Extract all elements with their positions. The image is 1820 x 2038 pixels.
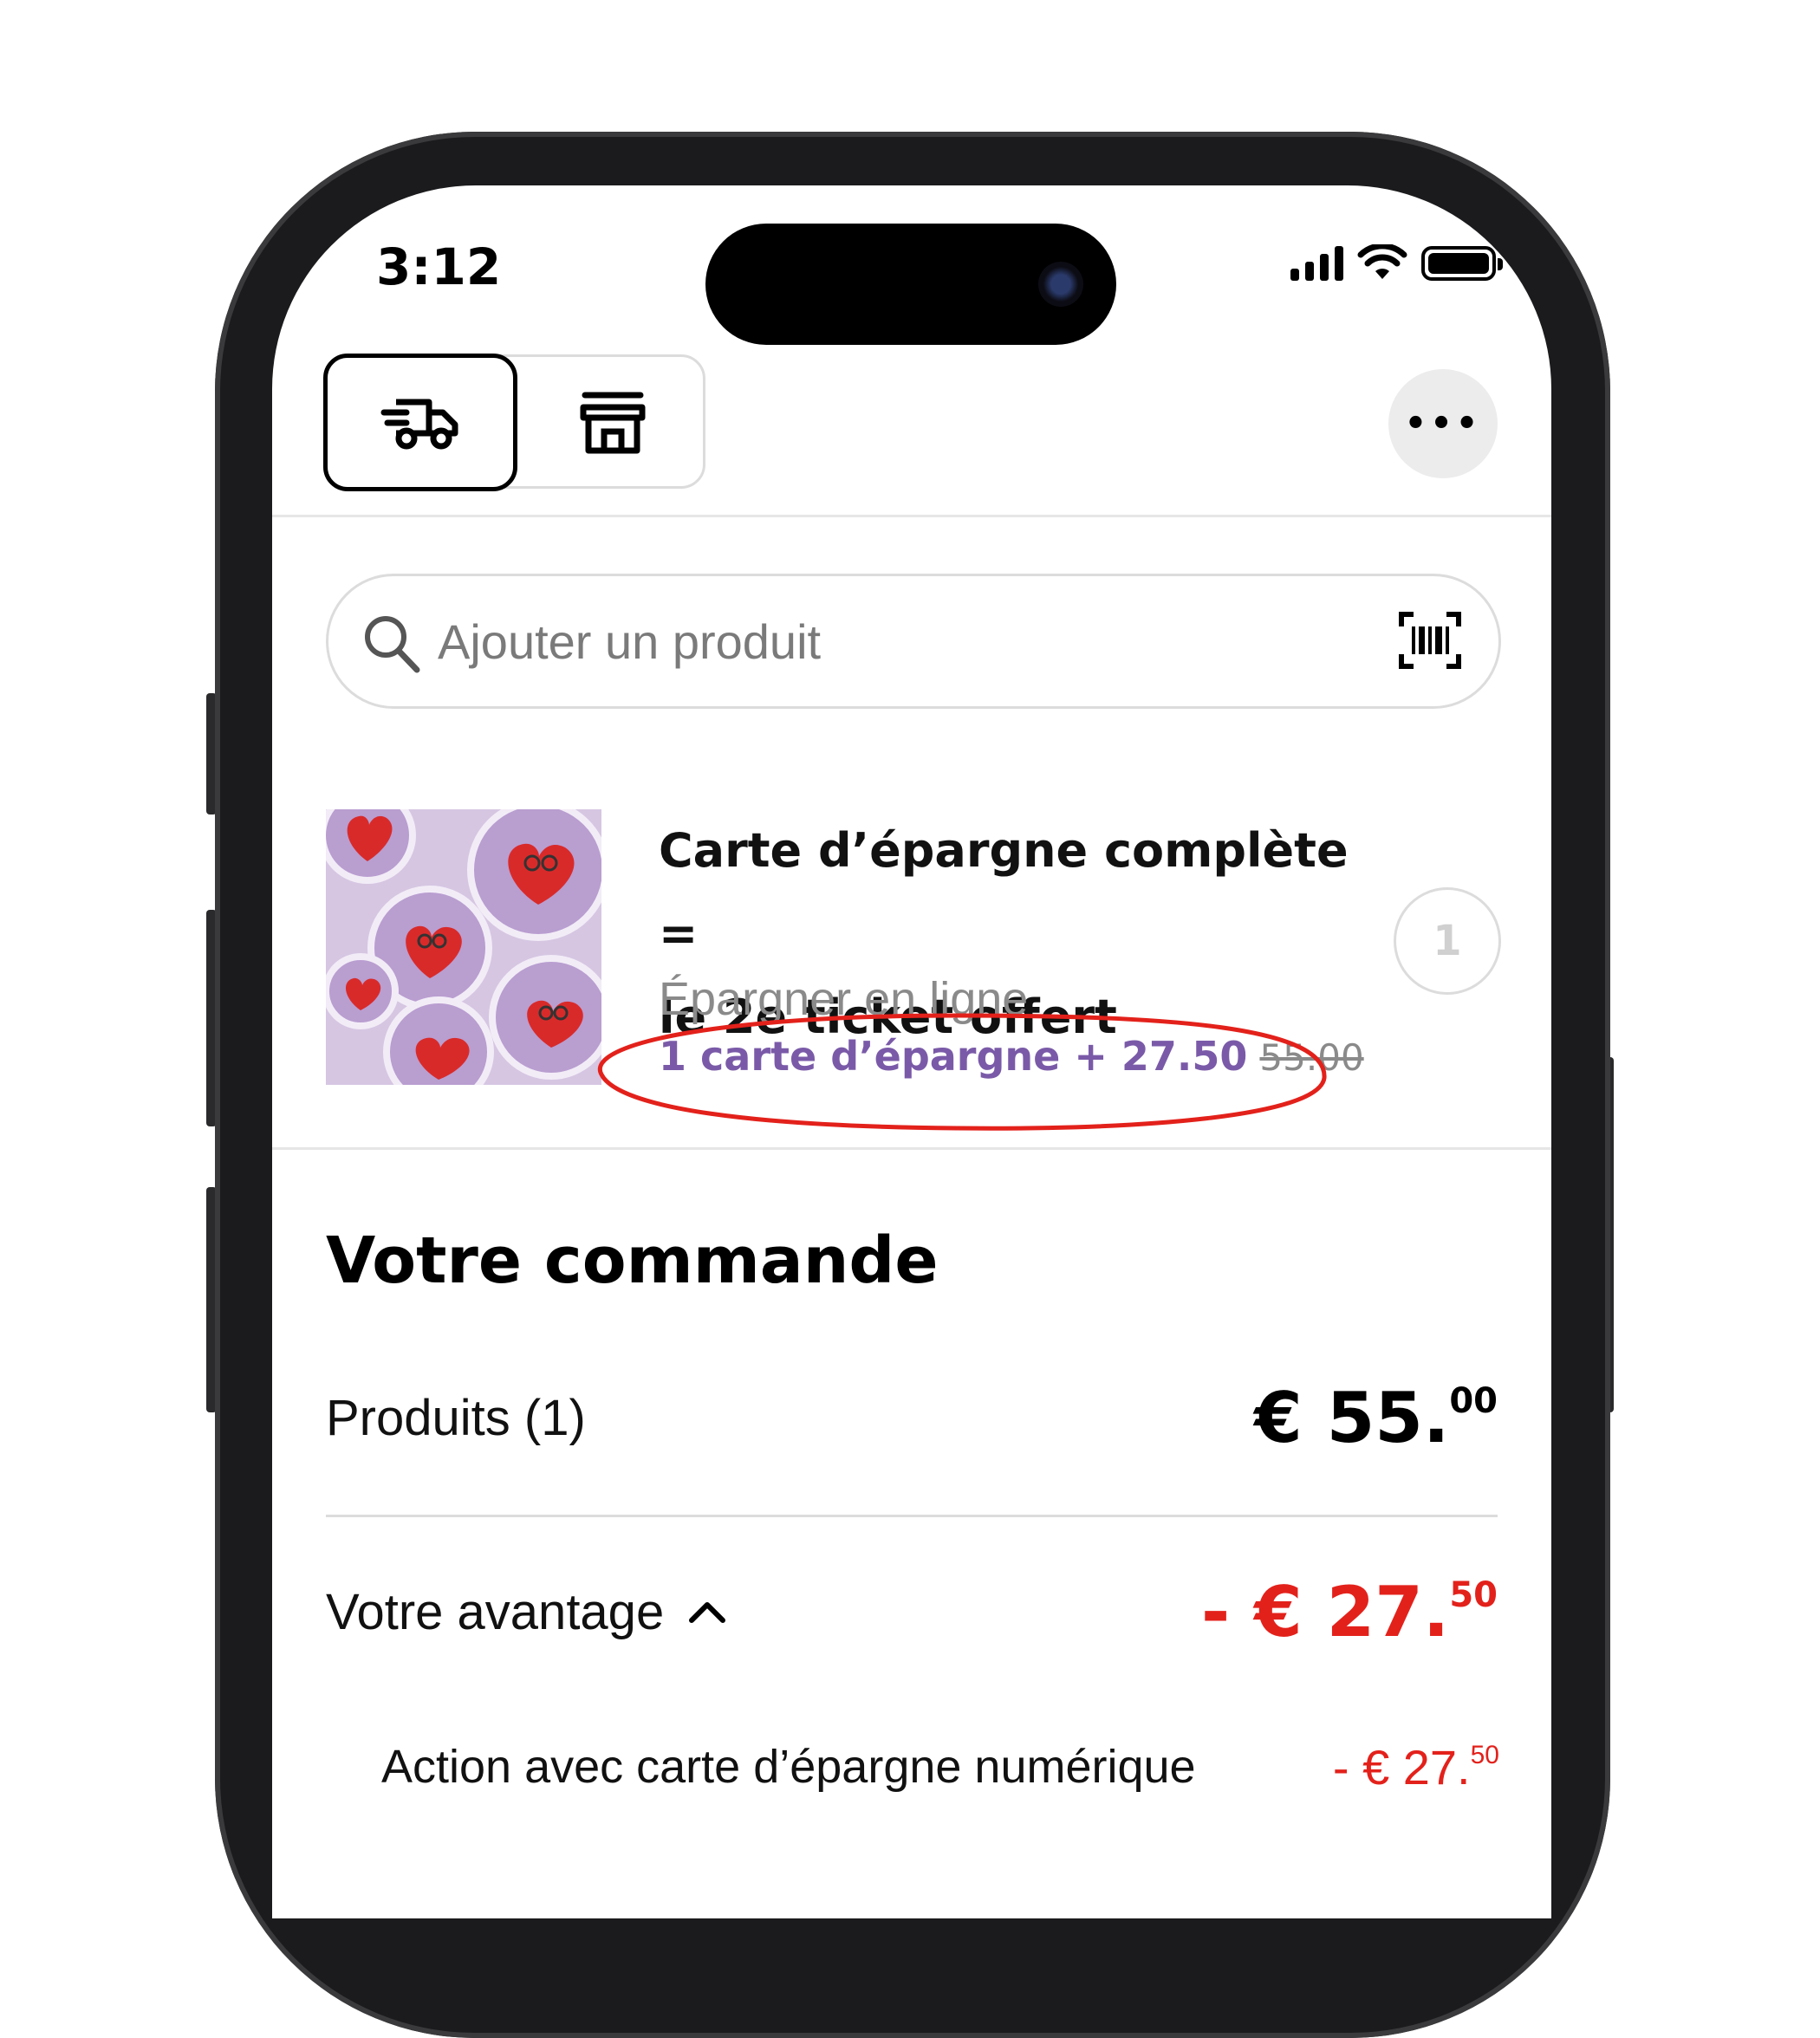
amount-main: - € 27. — [1201, 1571, 1450, 1652]
wifi-icon — [1357, 244, 1407, 279]
quantity-badge[interactable]: 1 — [1394, 887, 1501, 995]
products-total-row: Produits (1) € 55. 00 — [326, 1374, 1498, 1461]
fulfillment-mode-toggle — [323, 354, 708, 491]
camera-icon — [1038, 262, 1083, 307]
cellular-signal-icon — [1290, 246, 1343, 281]
amount-main: € 55. — [1254, 1377, 1450, 1458]
more-options-button[interactable]: ••• — [1388, 369, 1498, 478]
digital-savings-card-row: Action avec carte d’épargne numérique - … — [381, 1728, 1499, 1806]
advantage-toggle[interactable]: Votre avantage — [326, 1583, 728, 1641]
action-amount: - € 27. 50 — [1333, 1739, 1499, 1795]
chevron-up-icon — [689, 1602, 726, 1623]
cart-product-item[interactable]: Carte d’épargne complète = le 2e ticket … — [326, 809, 1539, 1104]
store-icon — [580, 392, 646, 453]
battery-icon — [1421, 246, 1503, 281]
promo-price-text: 1 carte d’épargne + 27.50 — [659, 1033, 1248, 1080]
status-time: 3:12 — [376, 237, 502, 296]
barcode-scan-icon[interactable] — [1398, 611, 1462, 670]
product-promo-price: 1 carte d’épargne + 27.50 55.00 — [659, 1033, 1364, 1080]
delivery-truck-icon — [380, 399, 458, 449]
product-image — [326, 809, 601, 1085]
action-label: Action avec carte d’épargne numérique — [381, 1741, 1196, 1793]
amount-cents: 00 — [1449, 1380, 1498, 1421]
advantage-amount: - € 27. 50 — [1201, 1572, 1498, 1652]
advantage-row[interactable]: Votre avantage - € 27. 50 — [326, 1568, 1498, 1655]
products-count-label: Produits (1) — [326, 1389, 586, 1446]
delivery-mode-button[interactable] — [323, 354, 517, 491]
store-mode-button[interactable] — [517, 354, 708, 491]
order-summary-title: Votre commande — [326, 1223, 939, 1298]
amount-main: - € 27. — [1332, 1739, 1471, 1795]
summary-divider — [326, 1515, 1498, 1517]
product-title-line-1: Carte d’épargne complète = — [659, 823, 1349, 961]
add-product-search-bar[interactable] — [326, 574, 1501, 709]
product-subtitle: Épargner en ligne — [659, 973, 1029, 1025]
more-horizontal-icon: ••• — [1404, 404, 1482, 444]
amount-cents: 50 — [1470, 1740, 1499, 1769]
dynamic-island — [705, 224, 1116, 345]
app-screen: 3:12 ••• Ajouter un produit Carte d’épar… — [272, 185, 1551, 1918]
original-price: 55.00 — [1259, 1036, 1364, 1079]
status-icons — [1290, 244, 1503, 282]
search-input[interactable] — [438, 602, 1304, 680]
amount-cents: 50 — [1449, 1574, 1498, 1615]
product-divider — [272, 1147, 1551, 1150]
header-divider — [272, 515, 1551, 517]
search-icon — [365, 616, 420, 673]
products-total-amount: € 55. 00 — [1254, 1378, 1498, 1458]
advantage-label: Votre avantage — [326, 1583, 665, 1640]
